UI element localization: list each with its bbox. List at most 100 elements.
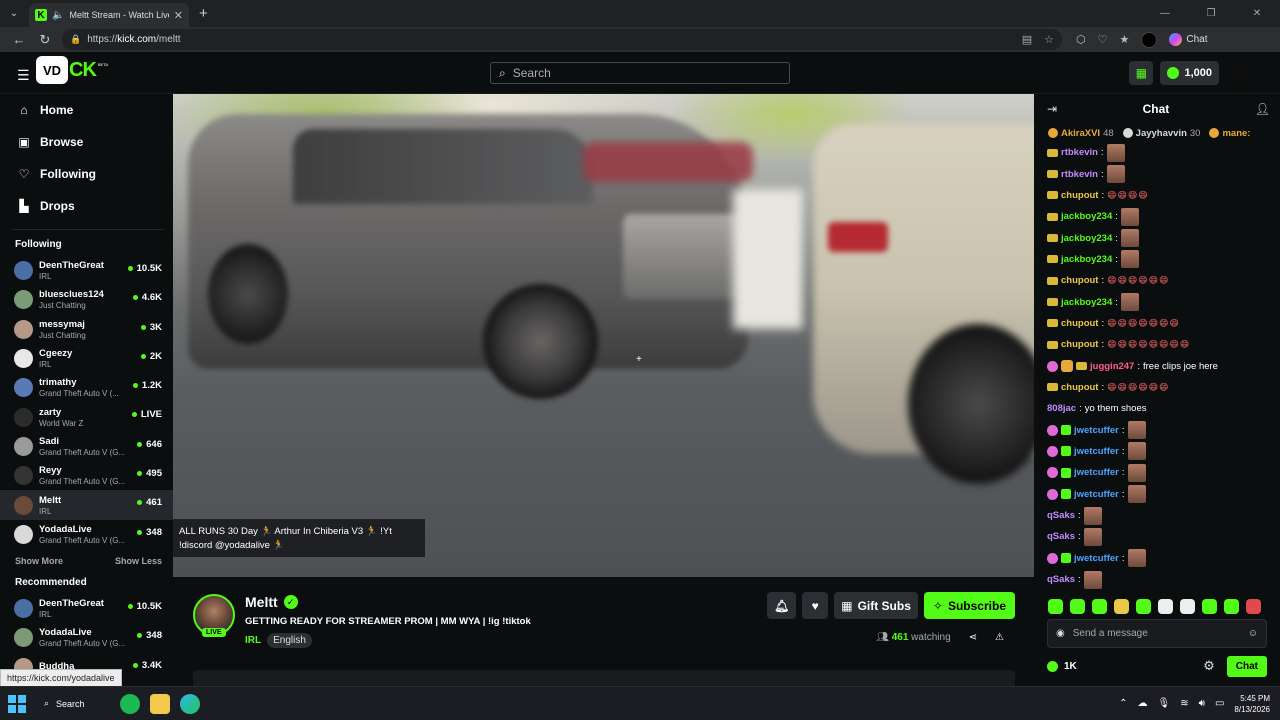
- chat-username[interactable]: rtbkevin: [1061, 147, 1098, 158]
- tab-actions-button[interactable]: ⌄: [3, 4, 25, 24]
- favorites-icon[interactable]: ★: [1119, 33, 1129, 46]
- sidebar-channel-cgeezy[interactable]: Cgeezy IRL 2K: [0, 344, 173, 373]
- emote-icon[interactable]: [1114, 599, 1129, 614]
- top-gifter[interactable]: mane:: [1209, 128, 1253, 139]
- extensions-icon[interactable]: ⬡: [1076, 33, 1086, 46]
- chat-users-icon[interactable]: 👤︎: [1255, 102, 1270, 116]
- chat-username[interactable]: qSaks: [1047, 510, 1075, 521]
- favorite-star-icon[interactable]: ☆: [1044, 33, 1054, 46]
- microphone-icon[interactable]: 🎙︎: [1158, 698, 1171, 709]
- tray-overflow-chevron-icon[interactable]: ⌃: [1119, 698, 1127, 709]
- sidebar-channel-yodadalive[interactable]: YodadaLive Grand Theft Auto V (G... 348: [0, 520, 173, 549]
- sidebar-channel-reyy[interactable]: Reyy Grand Theft Auto V (G... 495: [0, 461, 173, 490]
- sidebar-channel-yodadalive[interactable]: YodadaLive Grand Theft Auto V (G... 348: [0, 623, 173, 652]
- close-window-button[interactable]: ✕: [1234, 0, 1280, 27]
- show-more-button[interactable]: Show More: [15, 556, 63, 574]
- reader-mode-icon[interactable]: ▤: [1022, 33, 1032, 46]
- chat-send-button[interactable]: Chat: [1226, 655, 1267, 677]
- kick-logo[interactable]: VD CK BETA: [36, 56, 108, 84]
- chat-username[interactable]: chupout: [1061, 318, 1098, 329]
- menu-hamburger-icon[interactable]: ☰: [17, 67, 30, 84]
- profile-avatar[interactable]: [1141, 31, 1158, 48]
- nav-drops[interactable]: ▙ Drops: [0, 190, 173, 222]
- sidebar-channel-messymaj[interactable]: messymaj Just Chatting 3K: [0, 315, 173, 344]
- chat-username[interactable]: chupout: [1061, 190, 1098, 201]
- chat-username[interactable]: 808jac: [1047, 403, 1076, 414]
- maximize-button[interactable]: ❐: [1188, 0, 1234, 27]
- chat-username[interactable]: chupout: [1061, 275, 1098, 286]
- chat-username[interactable]: jwetcuffer: [1074, 467, 1119, 478]
- taskbar-search[interactable]: ⌕ Search: [44, 698, 110, 709]
- top-gifter[interactable]: AkiraXVI 48: [1048, 128, 1114, 139]
- top-gifter[interactable]: Jayyhavvin 30: [1122, 128, 1200, 139]
- user-avatar[interactable]: [1230, 63, 1250, 83]
- subscribe-button[interactable]: ✧ Subscribe: [923, 592, 1015, 619]
- chat-settings-gear-icon[interactable]: ⚙: [1203, 658, 1215, 674]
- refresh-button[interactable]: ↻: [32, 32, 58, 48]
- category-link[interactable]: IRL: [245, 635, 261, 646]
- emote-icon[interactable]: [1136, 599, 1151, 614]
- wifi-icon[interactable]: ≋: [1180, 698, 1188, 709]
- sidebar-channel-sadi[interactable]: Sadi Grand Theft Auto V (G... 646: [0, 432, 173, 461]
- chat-username[interactable]: qSaks: [1047, 574, 1075, 585]
- sidebar-channel-trimathy[interactable]: trimathy Grand Theft Auto V (... 1.2K: [0, 373, 173, 402]
- copilot-button[interactable]: Chat: [1169, 33, 1207, 46]
- close-tab-icon[interactable]: ✕: [174, 9, 183, 22]
- sidebar-channel-deenthegreat[interactable]: DeenTheGreat IRL 10.5K: [0, 256, 173, 285]
- chat-username[interactable]: jwetcuffer: [1074, 489, 1119, 500]
- chat-username[interactable]: chupout: [1061, 382, 1098, 393]
- sidebar-channel-bluesclues124[interactable]: bluesclues124 Just Chatting 4.6K: [0, 285, 173, 314]
- language-tag[interactable]: English: [267, 633, 312, 648]
- nav-browse[interactable]: ▣ Browse: [0, 126, 173, 158]
- browser-tab-active[interactable]: K 🔈 Meltt Stream - Watch Live on Kick ✕: [29, 3, 189, 27]
- cloud-icon[interactable]: ☁: [1138, 698, 1148, 709]
- emote-icon[interactable]: [1070, 599, 1085, 614]
- emote-icon[interactable]: [1246, 599, 1261, 614]
- chat-username[interactable]: rtbkevin: [1061, 169, 1098, 180]
- notification-bell-button[interactable]: 🔔︎: [766, 592, 797, 619]
- kick-gift-icon[interactable]: ▦: [1129, 61, 1154, 85]
- search-input[interactable]: ⌕ Search: [490, 62, 790, 84]
- emote-icon[interactable]: [1202, 599, 1217, 614]
- new-tab-button[interactable]: +: [199, 5, 208, 22]
- sidebar-channel-deenthegreat[interactable]: DeenTheGreat IRL 10.5K: [0, 594, 173, 623]
- chat-username[interactable]: qSaks: [1047, 531, 1075, 542]
- chat-username[interactable]: chupout: [1061, 339, 1098, 350]
- volume-icon[interactable]: 🔊︎: [1199, 698, 1205, 709]
- chat-username[interactable]: jackboy234: [1061, 233, 1112, 244]
- chat-username[interactable]: jackboy234: [1061, 297, 1112, 308]
- chat-username[interactable]: juggin247: [1090, 361, 1134, 372]
- chat-username[interactable]: jackboy234: [1061, 211, 1112, 222]
- sidebar-channel-zarty[interactable]: zarty World War Z LIVE: [0, 402, 173, 431]
- gift-subs-button[interactable]: ▦ Gift Subs: [834, 592, 918, 619]
- chat-username[interactable]: jackboy234: [1061, 254, 1112, 265]
- report-warning-icon[interactable]: ⚠: [995, 632, 1004, 643]
- nav-home[interactable]: ⌂ Home: [0, 94, 173, 126]
- chat-username[interactable]: jwetcuffer: [1074, 553, 1119, 564]
- video-player[interactable]: + ALL RUNS 30 Day 🏃 Arthur In Chiberia V…: [173, 94, 1034, 577]
- emote-icon[interactable]: [1158, 599, 1173, 614]
- channel-name[interactable]: Meltt ✓: [245, 594, 298, 610]
- minimize-button[interactable]: —: [1142, 0, 1188, 27]
- emote-icon[interactable]: [1092, 599, 1107, 614]
- emote-icon[interactable]: [1048, 599, 1063, 614]
- kicks-balance-button[interactable]: 1,000: [1160, 61, 1219, 85]
- share-icon[interactable]: ⋖: [969, 632, 977, 643]
- show-less-button[interactable]: Show Less: [115, 556, 162, 574]
- collapse-chat-icon[interactable]: ⇥: [1047, 102, 1057, 116]
- kicks-counter[interactable]: 1K: [1047, 660, 1077, 672]
- address-bar[interactable]: 🔒 https://kick.com/meltt ▤ ☆: [62, 29, 1062, 50]
- emote-icon[interactable]: [1180, 599, 1195, 614]
- browser-essentials-icon[interactable]: ♡: [1098, 33, 1108, 46]
- site-info-icon[interactable]: 🔒: [70, 34, 81, 45]
- windows-start-icon[interactable]: [8, 694, 26, 713]
- clock[interactable]: 5:45 PM 8/13/2026: [1234, 693, 1270, 715]
- emoji-picker-icon[interactable]: ☺: [1248, 628, 1258, 639]
- sidebar-channel-meltt[interactable]: Meltt IRL 461: [0, 490, 173, 520]
- speaker-icon[interactable]: 🔈: [52, 10, 64, 21]
- chat-username[interactable]: jwetcuffer: [1074, 425, 1119, 436]
- chat-message-input[interactable]: ◉ Send a message ☺: [1047, 619, 1267, 648]
- battery-icon[interactable]: ▭: [1215, 698, 1224, 709]
- back-button[interactable]: ←: [6, 32, 32, 47]
- chat-username[interactable]: jwetcuffer: [1074, 446, 1119, 457]
